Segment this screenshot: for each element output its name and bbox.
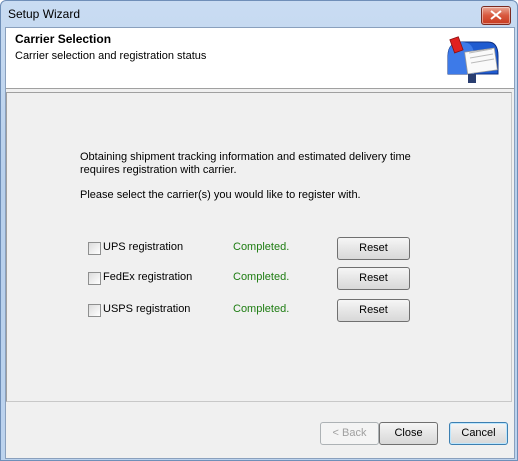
close-button[interactable]: Close xyxy=(379,422,438,445)
ups-label: UPS registration xyxy=(103,241,184,253)
usps-reset-button[interactable]: Reset xyxy=(337,299,410,322)
setup-wizard-window: Setup Wizard Carrier Selection Carrier s… xyxy=(0,0,518,461)
wizard-header: Carrier Selection Carrier selection and … xyxy=(6,28,514,89)
page-title: Carrier Selection xyxy=(15,32,112,46)
ups-checkbox[interactable] xyxy=(88,242,101,255)
fedex-label: FedEx registration xyxy=(103,271,193,283)
cancel-button[interactable]: Cancel xyxy=(449,422,508,445)
fedex-status: Completed. xyxy=(233,271,290,283)
title-bar: Setup Wizard xyxy=(1,1,517,27)
usps-label: USPS registration xyxy=(103,303,191,315)
usps-checkbox[interactable] xyxy=(88,304,101,317)
intro-line-1: Obtaining shipment tracking information … xyxy=(80,151,411,163)
carrier-row-usps: USPS registration Completed. Reset xyxy=(7,299,511,323)
back-button[interactable]: < Back xyxy=(320,422,379,445)
carrier-panel: Obtaining shipment tracking information … xyxy=(6,92,512,402)
close-icon xyxy=(490,10,502,20)
ups-status: Completed. xyxy=(233,241,290,253)
carrier-row-fedex: FedEx registration Completed. Reset xyxy=(7,267,511,291)
window-title: Setup Wizard xyxy=(8,7,81,21)
fedex-checkbox[interactable] xyxy=(88,272,101,285)
page-subtitle: Carrier selection and registration statu… xyxy=(15,50,207,62)
usps-status: Completed. xyxy=(233,303,290,315)
wizard-client-area: Carrier Selection Carrier selection and … xyxy=(5,27,515,459)
carrier-row-ups: UPS registration Completed. Reset xyxy=(7,237,511,261)
intro-line-2: requires registration with carrier. xyxy=(80,164,237,176)
fedex-reset-button[interactable]: Reset xyxy=(337,267,410,290)
instruction-text: Please select the carrier(s) you would l… xyxy=(80,189,361,201)
window-close-button[interactable] xyxy=(481,6,511,25)
ups-reset-button[interactable]: Reset xyxy=(337,237,410,260)
mailbox-icon xyxy=(447,36,499,83)
